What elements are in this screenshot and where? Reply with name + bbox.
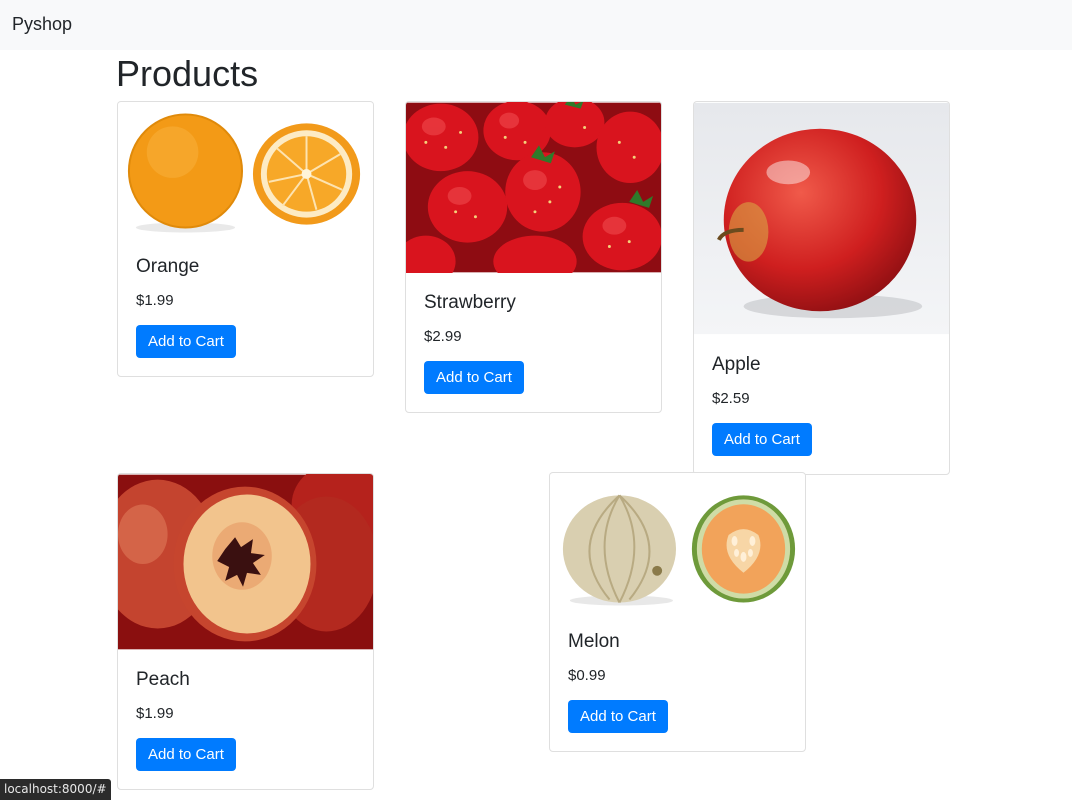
orange-image <box>118 102 373 237</box>
product-name: Peach <box>136 669 190 690</box>
product-price: $1.99 <box>136 705 174 722</box>
card-body: Apple $2.59 Add to Cart <box>694 335 949 474</box>
product-name: Apple <box>712 354 761 375</box>
strawberry-image <box>406 102 661 273</box>
card-body: Melon $0.99 Add to Cart <box>550 612 805 751</box>
navbar: Pyshop <box>0 0 1072 50</box>
add-to-cart-button[interactable]: Add to Cart <box>136 738 236 771</box>
product-card-peach: Peach $1.99 Add to Cart <box>117 473 374 790</box>
product-card-apple: Apple $2.59 Add to Cart <box>693 101 950 475</box>
product-name: Orange <box>136 256 200 277</box>
apple-image <box>694 102 949 335</box>
card-body: Peach $1.99 Add to Cart <box>118 650 373 789</box>
brand-link[interactable]: Pyshop <box>12 14 72 35</box>
status-bar-url: localhost:8000/# <box>0 779 111 800</box>
product-price: $2.59 <box>712 390 750 407</box>
melon-image <box>550 473 805 612</box>
product-name: Strawberry <box>424 292 516 313</box>
card-body: Strawberry $2.99 Add to Cart <box>406 273 661 412</box>
product-card-strawberry: Strawberry $2.99 Add to Cart <box>405 101 662 413</box>
product-price: $0.99 <box>568 667 606 684</box>
add-to-cart-button[interactable]: Add to Cart <box>712 423 812 456</box>
product-card-melon: Melon $0.99 Add to Cart <box>549 472 806 752</box>
product-price: $2.99 <box>424 328 462 345</box>
card-body: Orange $1.99 Add to Cart <box>118 237 373 376</box>
add-to-cart-button[interactable]: Add to Cart <box>136 325 236 358</box>
peach-image <box>118 474 373 650</box>
product-name: Melon <box>568 631 620 652</box>
add-to-cart-button[interactable]: Add to Cart <box>568 700 668 733</box>
product-price: $1.99 <box>136 292 174 309</box>
add-to-cart-button[interactable]: Add to Cart <box>424 361 524 394</box>
product-card-orange: Orange $1.99 Add to Cart <box>117 101 374 377</box>
page-title: Products <box>116 53 259 94</box>
